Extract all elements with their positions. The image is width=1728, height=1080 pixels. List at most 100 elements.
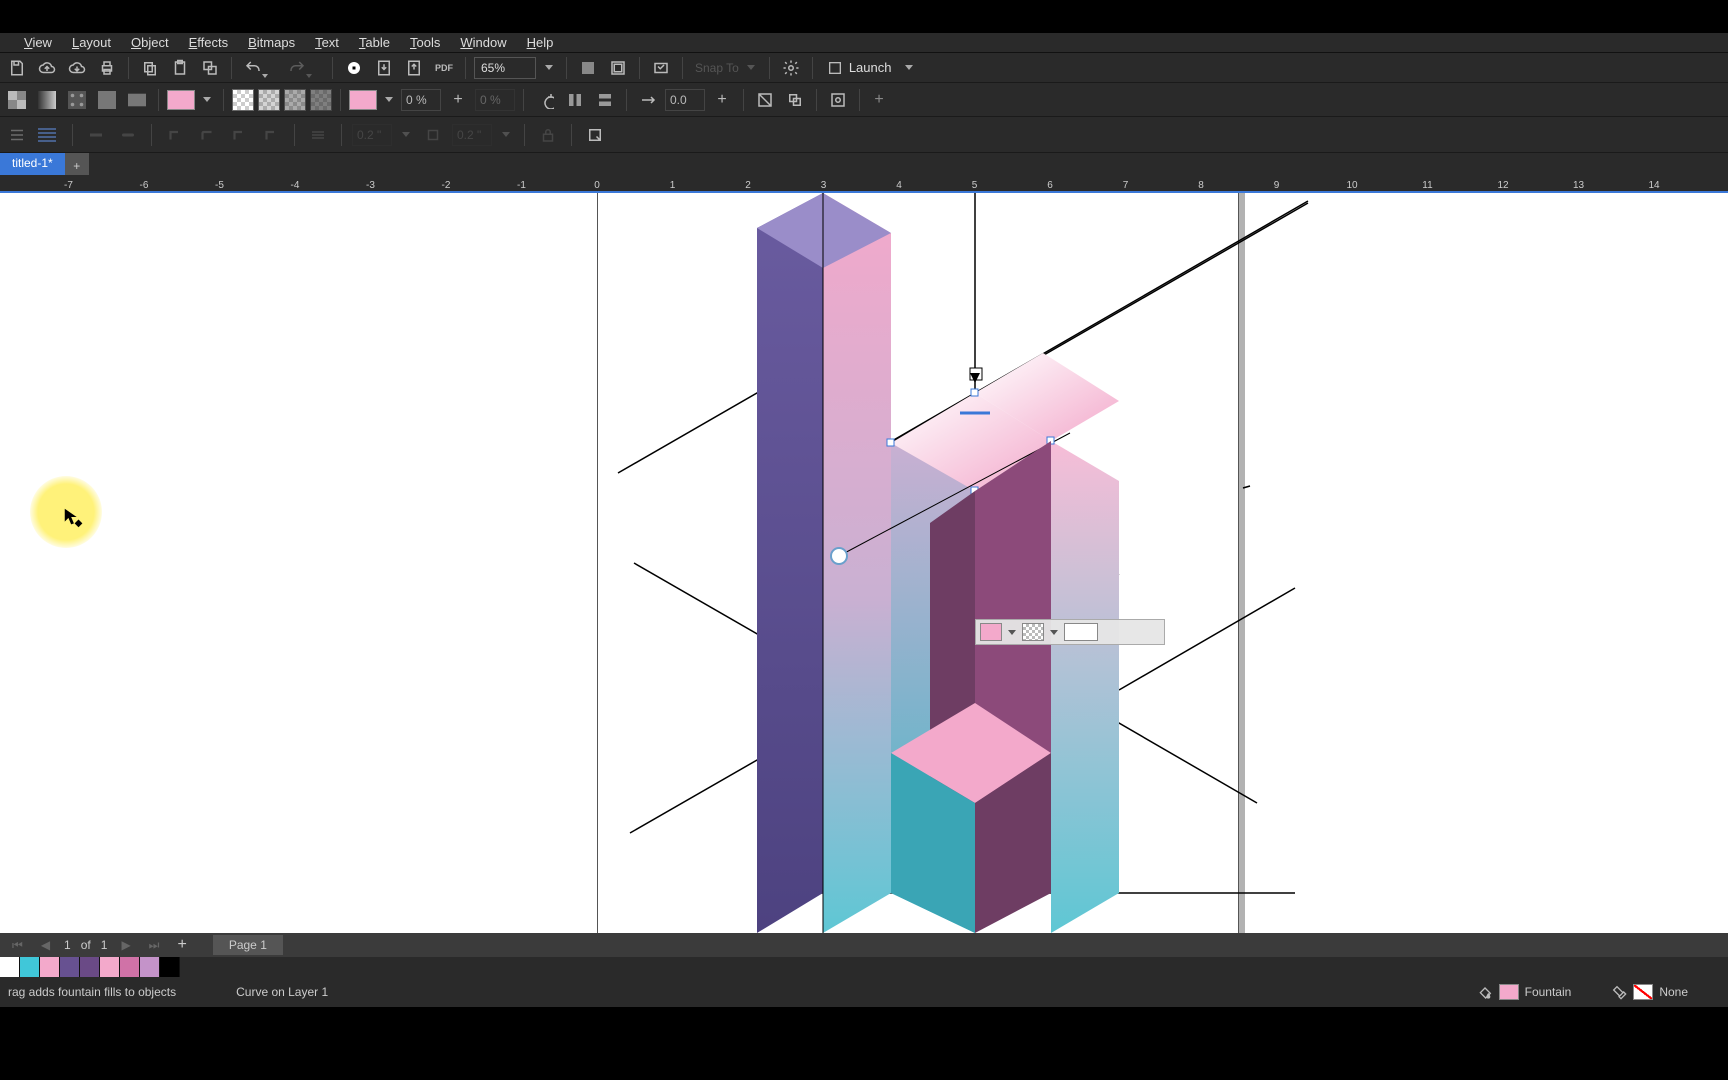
redo-icon[interactable] [284,56,310,80]
copy-fill-icon[interactable] [782,88,808,112]
save-icon[interactable] [4,56,30,80]
show-rulers-icon[interactable] [605,56,631,80]
publish-icon[interactable] [648,56,674,80]
options-icon[interactable] [778,56,804,80]
palette-swatch[interactable] [60,957,80,977]
fill-color-dropdown[interactable] [199,89,215,111]
zoom-level-input[interactable]: 65% [474,57,536,79]
cloud-up-icon[interactable] [34,56,60,80]
popup-transparency-swatch[interactable] [1022,623,1044,641]
menu-layout[interactable]: Layout [62,34,121,51]
menu-bitmaps[interactable]: Bitmaps [238,34,305,51]
print-icon[interactable] [94,56,120,80]
gradient-node-popup[interactable] [975,619,1165,645]
page-tab[interactable]: Page 1 [213,935,283,955]
popup-value-well[interactable] [1064,623,1098,641]
fountain-fill-icon[interactable] [34,88,60,112]
snap-to-dropdown[interactable] [747,65,755,70]
accel-icon[interactable] [635,88,661,112]
fill-tool-cursor [62,506,84,528]
zoom-dropdown[interactable] [540,57,558,79]
palette-swatch[interactable] [40,957,60,977]
copy-icon[interactable] [137,56,163,80]
cloud-down-icon[interactable] [64,56,90,80]
import-icon[interactable] [371,56,397,80]
node-color-swatch[interactable] [349,90,377,110]
transparency-plus[interactable]: + [445,88,471,112]
paste-icon[interactable] [167,56,193,80]
ruler-tick: -2 [442,180,451,191]
menu-help[interactable]: Help [517,34,564,51]
undo-icon[interactable] [240,56,266,80]
align-icon[interactable] [4,123,30,147]
palette-swatch[interactable] [20,957,40,977]
rotation-input[interactable]: 0.0 [665,89,705,111]
reverse-icon[interactable] [532,88,558,112]
convert-icon[interactable] [582,123,608,147]
node-transparency-input[interactable]: 0 % [401,89,441,111]
palette-swatch[interactable] [0,957,20,977]
popup-color-dropdown[interactable] [1006,623,1018,641]
new-document-tab[interactable]: + [65,153,89,175]
add-button[interactable]: + [868,89,890,111]
palette-swatch[interactable] [160,957,180,977]
last-page-button[interactable]: ⏭ [145,938,164,953]
free-scale-icon[interactable] [752,88,778,112]
palette-swatch[interactable] [120,957,140,977]
export-icon[interactable] [401,56,427,80]
page-navigator: ⏮ ◀ 1 of 1 ▶ ⏭ + Page 1 [0,933,1728,957]
edit-fill-icon[interactable] [825,88,851,112]
status-fill-swatch[interactable] [1499,984,1519,1000]
menu-window[interactable]: Window [450,34,516,51]
current-page: 1 [64,938,71,952]
smooth-icon[interactable] [592,88,618,112]
ruler-tick: 11 [1422,180,1432,191]
transparency-type-4[interactable] [310,89,332,111]
pattern-fill-icon[interactable] [64,88,90,112]
menu-object[interactable]: Object [121,34,179,51]
ruler-tick: 8 [1198,180,1204,191]
drawing-canvas[interactable] [0,193,1728,933]
menu-text[interactable]: Text [305,34,349,51]
menu-view[interactable]: View [14,34,62,51]
corner-4-icon [258,123,284,147]
document-tab[interactable]: titled-1* [0,153,65,175]
menu-effects[interactable]: Effects [179,34,239,51]
node-color-dropdown[interactable] [381,89,397,111]
para-icon[interactable] [36,123,62,147]
postscript-fill-icon[interactable] [124,88,150,112]
menu-bar: ViewLayoutObjectEffectsBitmapsTextTableT… [0,33,1728,53]
popup-color-swatch[interactable] [980,623,1002,641]
duplicate-icon[interactable] [197,56,223,80]
fill-color-swatch[interactable] [167,90,195,110]
ruler-tick: 0 [594,180,600,191]
palette-swatch[interactable] [140,957,160,977]
menu-table[interactable]: Table [349,34,400,51]
rotation-plus[interactable]: + [709,88,735,112]
transparency-type-2[interactable] [258,89,280,111]
artistic-media-icon[interactable] [341,56,367,80]
add-page-button[interactable]: + [173,936,190,954]
first-page-button[interactable]: ⏮ [8,938,27,953]
status-outline-swatch[interactable] [1633,984,1653,1000]
texture-fill-icon[interactable] [94,88,120,112]
palette-swatch[interactable] [80,957,100,977]
arrange-icon[interactable] [562,88,588,112]
transparency-type-3[interactable] [284,89,306,111]
width-input-2: 0.2 " [452,124,492,146]
menu-tools[interactable]: Tools [400,34,450,51]
launch-button[interactable]: Launch [821,60,920,76]
palette-swatch[interactable] [100,957,120,977]
next-page-button[interactable]: ▶ [117,938,134,952]
ruler-tick: 2 [745,180,751,191]
ruler-tick: 14 [1648,180,1659,191]
node-position-input: 0 % [475,89,515,111]
status-hint: rag adds fountain fills to objects [0,985,176,999]
pdf-icon[interactable]: PDF [431,56,457,80]
prev-page-button[interactable]: ◀ [37,938,54,952]
uniform-fill-icon[interactable] [4,88,30,112]
transparency-type-1[interactable] [232,89,254,111]
popup-transparency-dropdown[interactable] [1048,623,1060,641]
full-screen-icon[interactable] [575,56,601,80]
ruler-tick: 4 [896,180,902,191]
